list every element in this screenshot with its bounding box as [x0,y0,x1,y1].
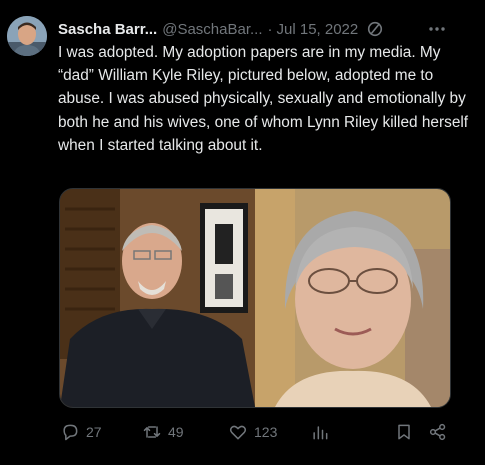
author-handle[interactable]: @SaschaBar... [162,21,262,38]
bookmark-button[interactable] [394,420,414,444]
tweet-media[interactable] [59,188,451,408]
like-icon [229,425,247,440]
tweet-text: I was adopted. My adoption papers are in… [58,44,469,154]
bookmark-icon [398,424,410,440]
reply-button[interactable]: 27 [60,420,102,444]
avatar[interactable] [7,16,47,56]
retweet-count: 49 [168,424,184,440]
woman-photo[interactable] [255,189,450,407]
man-photo[interactable] [60,189,255,407]
like-button[interactable]: 123 [228,420,277,444]
views-icon [313,426,328,440]
edit-icon[interactable] [366,20,384,38]
tweet-actions: 27 49 123 [58,420,458,444]
like-count: 123 [254,424,278,440]
reply-icon [63,424,78,441]
more-icon[interactable] [427,20,447,38]
views-button[interactable] [310,420,330,444]
share-icon [429,423,446,441]
tweet-header: Sascha Barr... @SaschaBar... · Jul 15, 2… [58,18,475,40]
retweet-icon [143,426,161,438]
author-name[interactable]: Sascha Barr... [58,21,157,38]
reply-count: 27 [86,424,102,440]
share-button[interactable] [428,420,448,444]
tweet-date[interactable]: Jul 15, 2022 [277,21,359,38]
separator-dot: · [267,20,273,38]
retweet-button[interactable]: 49 [142,420,184,444]
